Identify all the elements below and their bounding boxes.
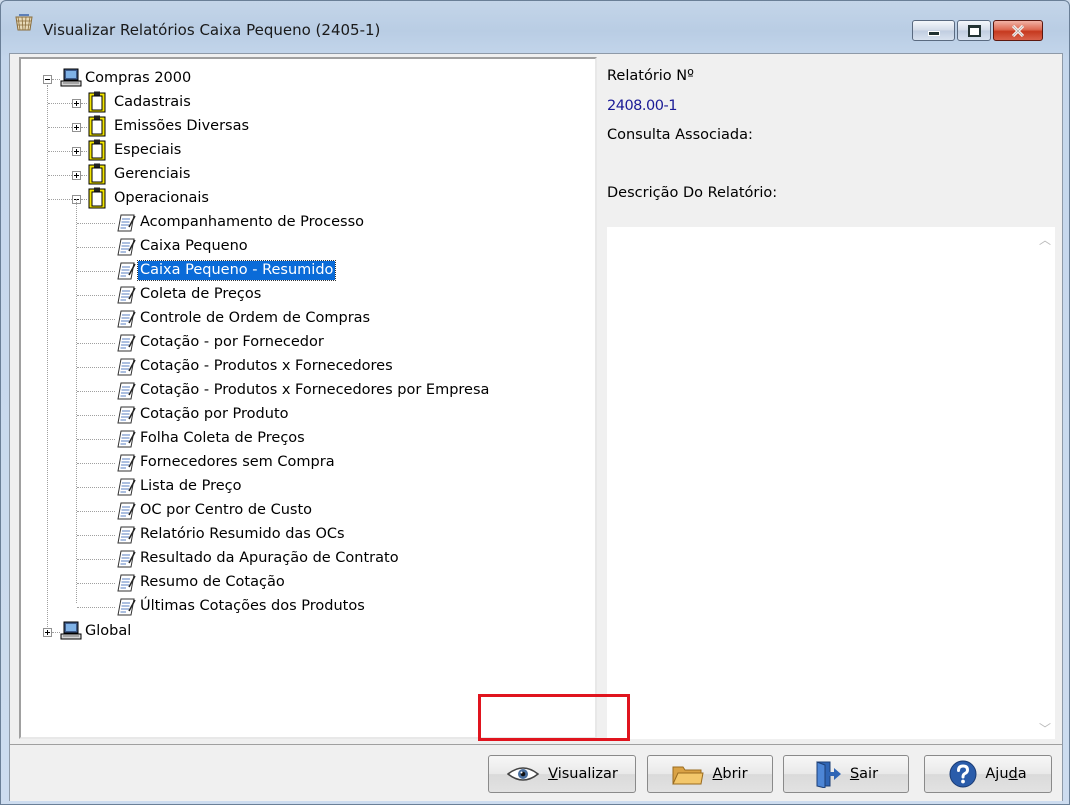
group-toggle[interactable] <box>72 123 81 132</box>
visualizar-button[interactable]: Visualizar <box>488 755 636 793</box>
button-bar: Visualizar Abrir Sair Ajuda <box>10 744 1062 801</box>
tree-report-item[interactable]: Controle de Ordem de Compras <box>138 309 372 328</box>
tree-report-item[interactable]: Acompanhamento de Processo <box>138 213 366 232</box>
root-collapse-toggle[interactable] <box>43 75 52 84</box>
group-toggle[interactable] <box>72 99 81 108</box>
visualizar-highlight-box <box>478 694 630 741</box>
report-icon <box>115 573 137 597</box>
report-icon <box>115 381 137 405</box>
tree-group-label[interactable]: Gerenciais <box>112 165 192 184</box>
scroll-up-icon[interactable]: ︿ <box>1039 231 1051 248</box>
report-icon <box>115 501 137 525</box>
report-icon <box>115 237 137 261</box>
report-icon <box>115 357 137 381</box>
report-description-box[interactable]: ︿ ﹀ <box>607 227 1055 739</box>
tree-report-item[interactable]: Cotação - Produtos x Fornecedores por Em… <box>138 381 491 400</box>
report-icon <box>115 333 137 357</box>
report-icon <box>115 405 137 429</box>
tree-report-item[interactable]: Últimas Cotações dos Produtos <box>138 597 367 616</box>
group-toggle[interactable] <box>72 147 81 156</box>
ajuda-label: Ajuda <box>985 766 1027 782</box>
tree-group-label[interactable]: Especiais <box>112 141 183 160</box>
scroll-down-icon[interactable]: ﹀ <box>1039 720 1051 737</box>
tree-report-item[interactable]: Lista de Preço <box>138 477 243 496</box>
eye-icon <box>506 767 540 781</box>
report-icon <box>115 285 137 309</box>
report-icon <box>115 597 137 621</box>
tree-report-item[interactable]: Caixa Pequeno <box>138 237 250 256</box>
tree-global-label[interactable]: Global <box>83 622 133 641</box>
tree-group-label[interactable]: Cadastrais <box>112 93 193 112</box>
report-tree[interactable]: Compras 2000 Cadastrais Emissões Diversas… <box>19 57 597 739</box>
maximize-icon <box>967 24 981 37</box>
clipboard-folder-icon <box>88 187 106 213</box>
report-icon <box>115 213 137 237</box>
report-icon <box>115 549 137 573</box>
tree-report-item[interactable]: OC por Centro de Custo <box>138 501 314 520</box>
exit-door-icon <box>816 761 841 788</box>
abrir-button[interactable]: Abrir <box>647 755 773 793</box>
report-description-label: Descrição Do Relatório: <box>607 185 778 201</box>
tree-report-item[interactable]: Resultado da Apuração de Contrato <box>138 549 401 568</box>
report-icon <box>115 453 137 477</box>
clipboard-folder-icon <box>88 139 106 165</box>
report-details-panel: Relatório Nº 2408.00-1 Consulta Associad… <box>607 57 1055 739</box>
tree-group-label[interactable]: Emissões Diversas <box>112 117 251 136</box>
tree-report-item[interactable]: Cotação - por Fornecedor <box>138 333 326 352</box>
report-icon <box>115 309 137 333</box>
client-area: Compras 2000 Cadastrais Emissões Diversas… <box>9 53 1063 801</box>
report-basket-icon <box>15 14 33 31</box>
report-viewer-window: Visualizar Relatórios Caixa Pequeno (240… <box>0 0 1070 805</box>
clipboard-folder-icon <box>88 91 106 117</box>
clipboard-folder-icon <box>88 115 106 141</box>
close-icon <box>1011 24 1025 37</box>
visualizar-label: Visualizar <box>548 766 618 782</box>
help-icon <box>949 760 977 788</box>
tree-report-item[interactable]: Cotação - Produtos x Fornecedores <box>138 357 395 376</box>
tree-root-label[interactable]: Compras 2000 <box>83 69 193 88</box>
global-expand-toggle[interactable] <box>43 628 52 637</box>
minimize-icon <box>927 31 940 36</box>
tree-report-item[interactable]: Fornecedores sem Compra <box>138 453 337 472</box>
window-title: Visualizar Relatórios Caixa Pequeno (240… <box>43 21 381 39</box>
tree-report-item[interactable]: Resumo de Cotação <box>138 573 287 592</box>
report-icon <box>115 525 137 549</box>
tree-report-item[interactable]: Relatório Resumido das OCs <box>138 525 347 544</box>
sair-label: Sair <box>849 766 879 782</box>
group-toggle[interactable] <box>72 171 81 180</box>
maximize-button[interactable] <box>957 20 991 41</box>
report-number-label: Relatório Nº <box>607 68 694 84</box>
computer-icon <box>60 68 82 87</box>
tree-report-item[interactable]: Cotação por Produto <box>138 405 291 424</box>
ajuda-button[interactable]: Ajuda <box>924 755 1052 793</box>
sair-button[interactable]: Sair <box>783 755 909 793</box>
title-bar[interactable]: Visualizar Relatórios Caixa Pequeno (240… <box>1 1 1069 41</box>
close-button[interactable] <box>993 20 1043 41</box>
report-icon <box>115 477 137 501</box>
computer-icon <box>60 621 82 640</box>
tree-group-label[interactable]: Operacionais <box>112 189 211 208</box>
tree-report-item[interactable]: Folha Coleta de Preços <box>138 429 307 448</box>
tree-report-item[interactable]: Coleta de Preços <box>138 285 263 304</box>
clipboard-folder-icon <box>88 163 106 189</box>
associated-query-label: Consulta Associada: <box>607 127 753 143</box>
tree-report-item-selected[interactable]: Caixa Pequeno - Resumido <box>136 260 337 281</box>
report-icon <box>115 261 137 285</box>
report-icon <box>115 429 137 453</box>
folder-icon <box>672 766 705 785</box>
minimize-button[interactable] <box>912 20 955 41</box>
report-number-value: 2408.00-1 <box>607 98 677 114</box>
abrir-label: Abrir <box>712 766 748 782</box>
